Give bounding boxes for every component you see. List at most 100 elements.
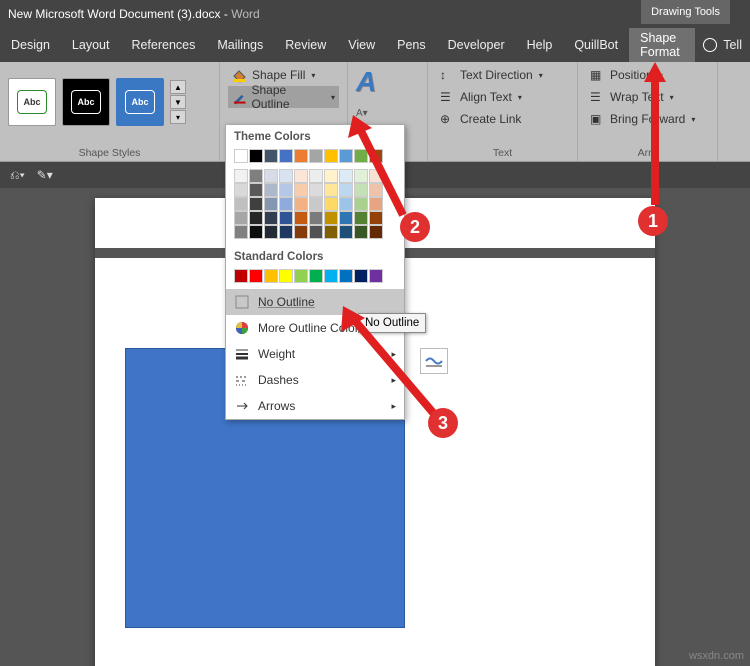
wordart-style-icon[interactable]: A: [356, 66, 376, 98]
bulb-icon: [703, 38, 717, 52]
color-swatch[interactable]: [279, 183, 293, 197]
color-swatch[interactable]: [324, 225, 338, 239]
color-swatch[interactable]: [249, 169, 263, 183]
color-swatch[interactable]: [339, 225, 353, 239]
gallery-scroll[interactable]: ▲▼▾: [170, 80, 186, 124]
color-swatch[interactable]: [249, 197, 263, 211]
tab-view[interactable]: View: [337, 28, 386, 62]
color-swatch[interactable]: [369, 269, 383, 283]
color-swatch[interactable]: [249, 149, 263, 163]
color-swatch[interactable]: [279, 269, 293, 283]
pen-icon: [232, 90, 247, 104]
annotation-arrow-1: [640, 60, 670, 210]
color-swatch[interactable]: [279, 211, 293, 225]
tab-design[interactable]: Design: [0, 28, 61, 62]
shape-style-preset-2[interactable]: Abc: [62, 78, 110, 126]
color-swatch[interactable]: [249, 225, 263, 239]
color-swatch[interactable]: [324, 169, 338, 183]
color-swatch[interactable]: [234, 211, 248, 225]
align-text-icon: ☰: [440, 90, 456, 104]
color-swatch[interactable]: [309, 169, 323, 183]
callout-1: 1: [638, 206, 668, 236]
color-swatch[interactable]: [234, 169, 248, 183]
color-swatch[interactable]: [279, 149, 293, 163]
color-swatch[interactable]: [309, 183, 323, 197]
color-swatch[interactable]: [309, 211, 323, 225]
color-swatch[interactable]: [309, 149, 323, 163]
color-swatch[interactable]: [234, 149, 248, 163]
color-swatch[interactable]: [324, 149, 338, 163]
color-swatch[interactable]: [294, 211, 308, 225]
color-swatch[interactable]: [309, 197, 323, 211]
color-swatch[interactable]: [324, 197, 338, 211]
app-name: Word: [231, 7, 259, 21]
color-swatch[interactable]: [354, 225, 368, 239]
callout-2: 2: [400, 212, 430, 242]
color-swatch[interactable]: [264, 149, 278, 163]
color-swatch[interactable]: [264, 211, 278, 225]
color-swatch[interactable]: [249, 211, 263, 225]
group-label-text: Text: [428, 147, 577, 159]
undo-button[interactable]: ⎌▾: [10, 168, 25, 183]
tab-developer[interactable]: Developer: [437, 28, 516, 62]
watermark: wsxdn.com: [689, 650, 744, 662]
tell-me[interactable]: Tell: [695, 38, 750, 52]
color-swatch[interactable]: [234, 225, 248, 239]
color-swatch[interactable]: [309, 269, 323, 283]
color-swatch[interactable]: [234, 183, 248, 197]
color-swatch[interactable]: [324, 269, 338, 283]
color-swatch[interactable]: [264, 225, 278, 239]
wrap-text-icon: ☰: [590, 90, 606, 104]
color-swatch[interactable]: [264, 269, 278, 283]
context-tab-drawing-tools: Drawing Tools: [641, 0, 730, 24]
create-link-button[interactable]: ⊕ Create Link: [436, 108, 569, 130]
highlighter-icon[interactable]: ✎▾: [37, 168, 53, 182]
annotation-arrow-3: [335, 300, 445, 420]
color-swatch[interactable]: [324, 211, 338, 225]
bring-forward-icon: ▣: [590, 112, 606, 126]
color-swatch[interactable]: [249, 269, 263, 283]
color-swatch[interactable]: [294, 197, 308, 211]
color-swatch[interactable]: [309, 225, 323, 239]
bucket-icon: [232, 68, 248, 82]
color-swatch[interactable]: [339, 269, 353, 283]
color-swatch[interactable]: [294, 225, 308, 239]
text-direction-button[interactable]: ↕ Text Direction▾: [436, 64, 569, 86]
color-swatch[interactable]: [264, 169, 278, 183]
group-text: ↕ Text Direction▾ ☰ Align Text▾ ⊕ Create…: [428, 62, 578, 161]
tab-layout[interactable]: Layout: [61, 28, 121, 62]
color-swatch[interactable]: [249, 183, 263, 197]
color-swatch[interactable]: [354, 269, 368, 283]
tab-references[interactable]: References: [120, 28, 206, 62]
color-swatch[interactable]: [234, 197, 248, 211]
color-swatch[interactable]: [294, 149, 308, 163]
shape-outline-button[interactable]: Shape Outline▾: [228, 86, 339, 108]
shape-style-preset-3[interactable]: Abc: [116, 78, 164, 126]
color-swatch[interactable]: [279, 197, 293, 211]
title-bar: New Microsoft Word Document (3).docx - W…: [0, 0, 750, 28]
color-swatch[interactable]: [264, 197, 278, 211]
color-swatch[interactable]: [264, 183, 278, 197]
align-text-button[interactable]: ☰ Align Text▾: [436, 86, 569, 108]
standard-color-row: [226, 267, 404, 289]
callout-3: 3: [428, 408, 458, 438]
menu-bar: Design Layout References Mailings Review…: [0, 28, 750, 62]
group-shape-styles: Abc Abc Abc ▲▼▾ Shape Styles: [0, 62, 220, 161]
tab-review[interactable]: Review: [274, 28, 337, 62]
shape-style-preset-1[interactable]: Abc: [8, 78, 56, 126]
color-swatch[interactable]: [369, 225, 383, 239]
tab-help[interactable]: Help: [516, 28, 564, 62]
color-swatch[interactable]: [324, 183, 338, 197]
tab-mailings[interactable]: Mailings: [206, 28, 274, 62]
color-swatch[interactable]: [294, 269, 308, 283]
position-icon: ▦: [590, 68, 606, 82]
color-swatch[interactable]: [234, 269, 248, 283]
color-swatch[interactable]: [294, 169, 308, 183]
color-swatch[interactable]: [279, 225, 293, 239]
color-swatch[interactable]: [279, 169, 293, 183]
tab-pens[interactable]: Pens: [386, 28, 437, 62]
color-swatch[interactable]: [294, 183, 308, 197]
tab-quillbot[interactable]: QuillBot: [563, 28, 629, 62]
tab-shape-format[interactable]: Shape Format: [629, 28, 695, 62]
text-direction-icon: ↕: [440, 68, 456, 82]
